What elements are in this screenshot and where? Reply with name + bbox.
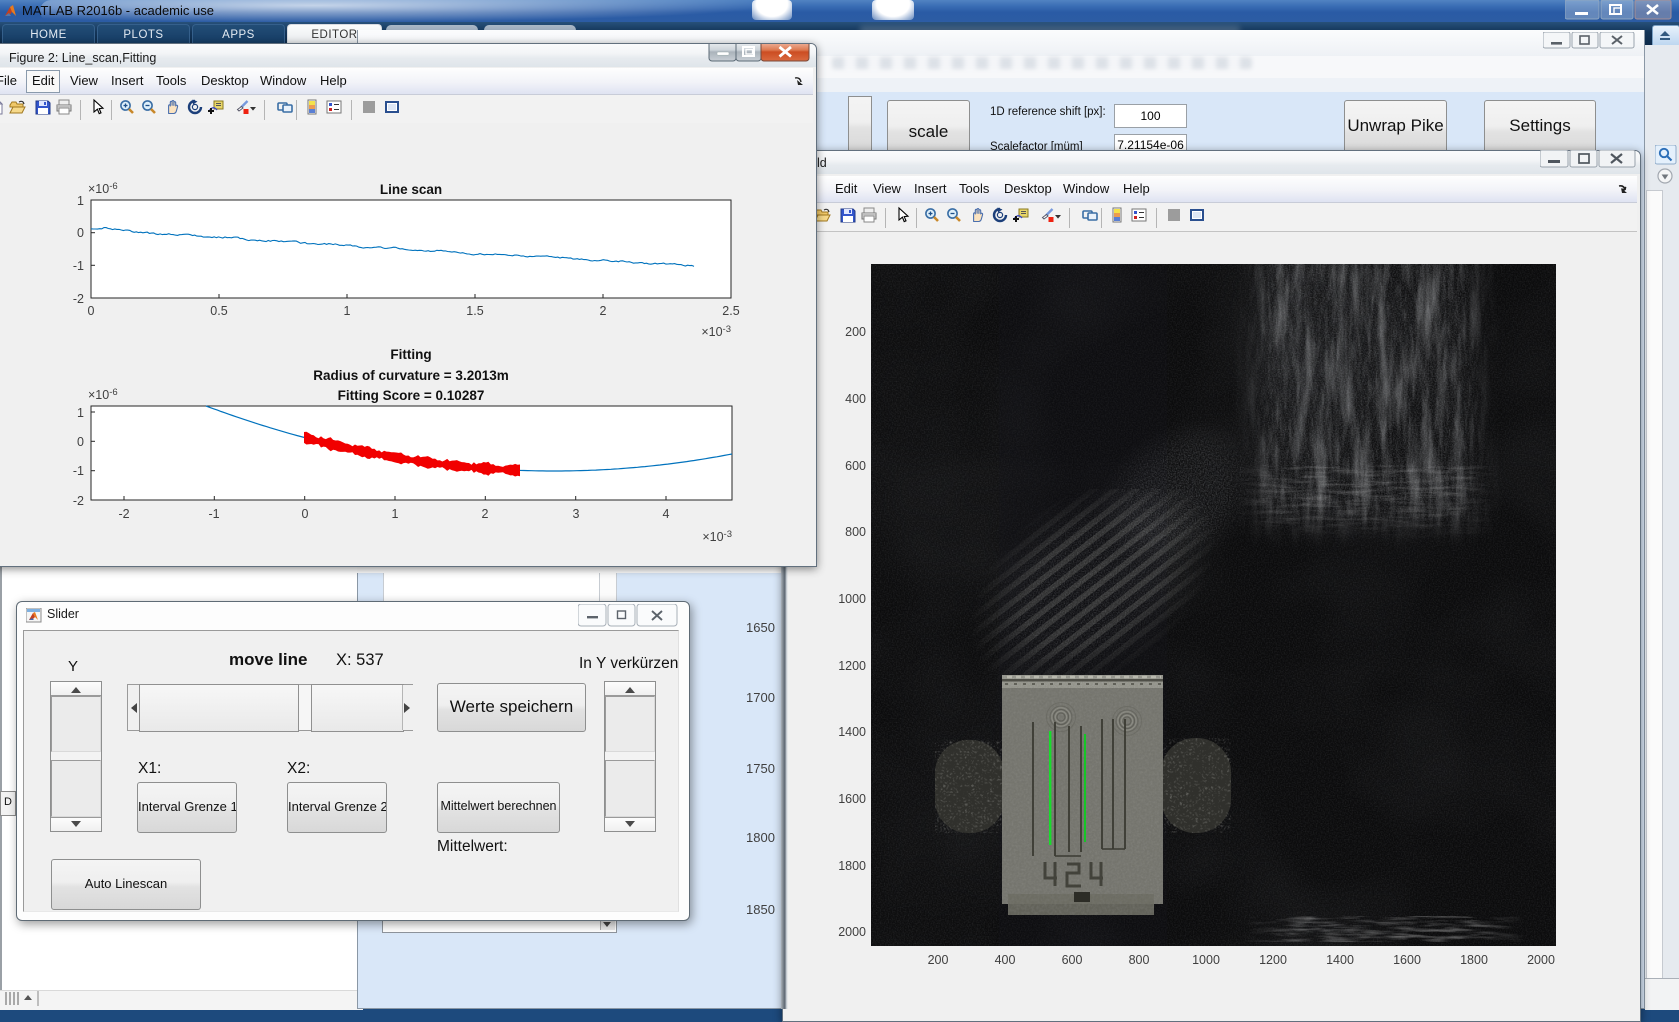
svg-text:2: 2 [482,507,489,521]
svg-text:Radius of curvature = 3.2013m: Radius of curvature = 3.2013m [313,368,508,383]
svg-text:1: 1 [344,304,351,318]
svg-text:-1: -1 [73,464,84,478]
svg-text:×10-3: ×10-3 [702,529,732,544]
svg-text:-1: -1 [208,507,219,521]
svg-text:0.5: 0.5 [210,304,227,318]
svg-text:2: 2 [600,304,607,318]
svg-text:1: 1 [392,507,399,521]
svg-text:Fitting Score = 0.10287: Fitting Score = 0.10287 [338,388,485,403]
svg-text:×10-3: ×10-3 [701,324,731,339]
svg-text:-2: -2 [73,292,84,306]
svg-text:4: 4 [663,507,670,521]
svg-text:-2: -2 [73,494,84,508]
svg-text:3: 3 [573,507,580,521]
svg-text:1.5: 1.5 [466,304,483,318]
svg-text:Line scan: Line scan [380,182,442,197]
svg-text:-2: -2 [118,507,129,521]
svg-text:-1: -1 [73,259,84,273]
svg-text:1: 1 [77,406,84,420]
svg-text:2.5: 2.5 [722,304,739,318]
svg-text:×10-6: ×10-6 [88,387,118,402]
svg-text:0: 0 [88,304,95,318]
svg-text:0: 0 [77,226,84,240]
svg-text:Fitting: Fitting [390,347,431,362]
svg-text:1: 1 [77,194,84,208]
svg-text:×10-6: ×10-6 [88,181,118,196]
svg-text:0: 0 [77,435,84,449]
svg-text:0: 0 [302,507,309,521]
